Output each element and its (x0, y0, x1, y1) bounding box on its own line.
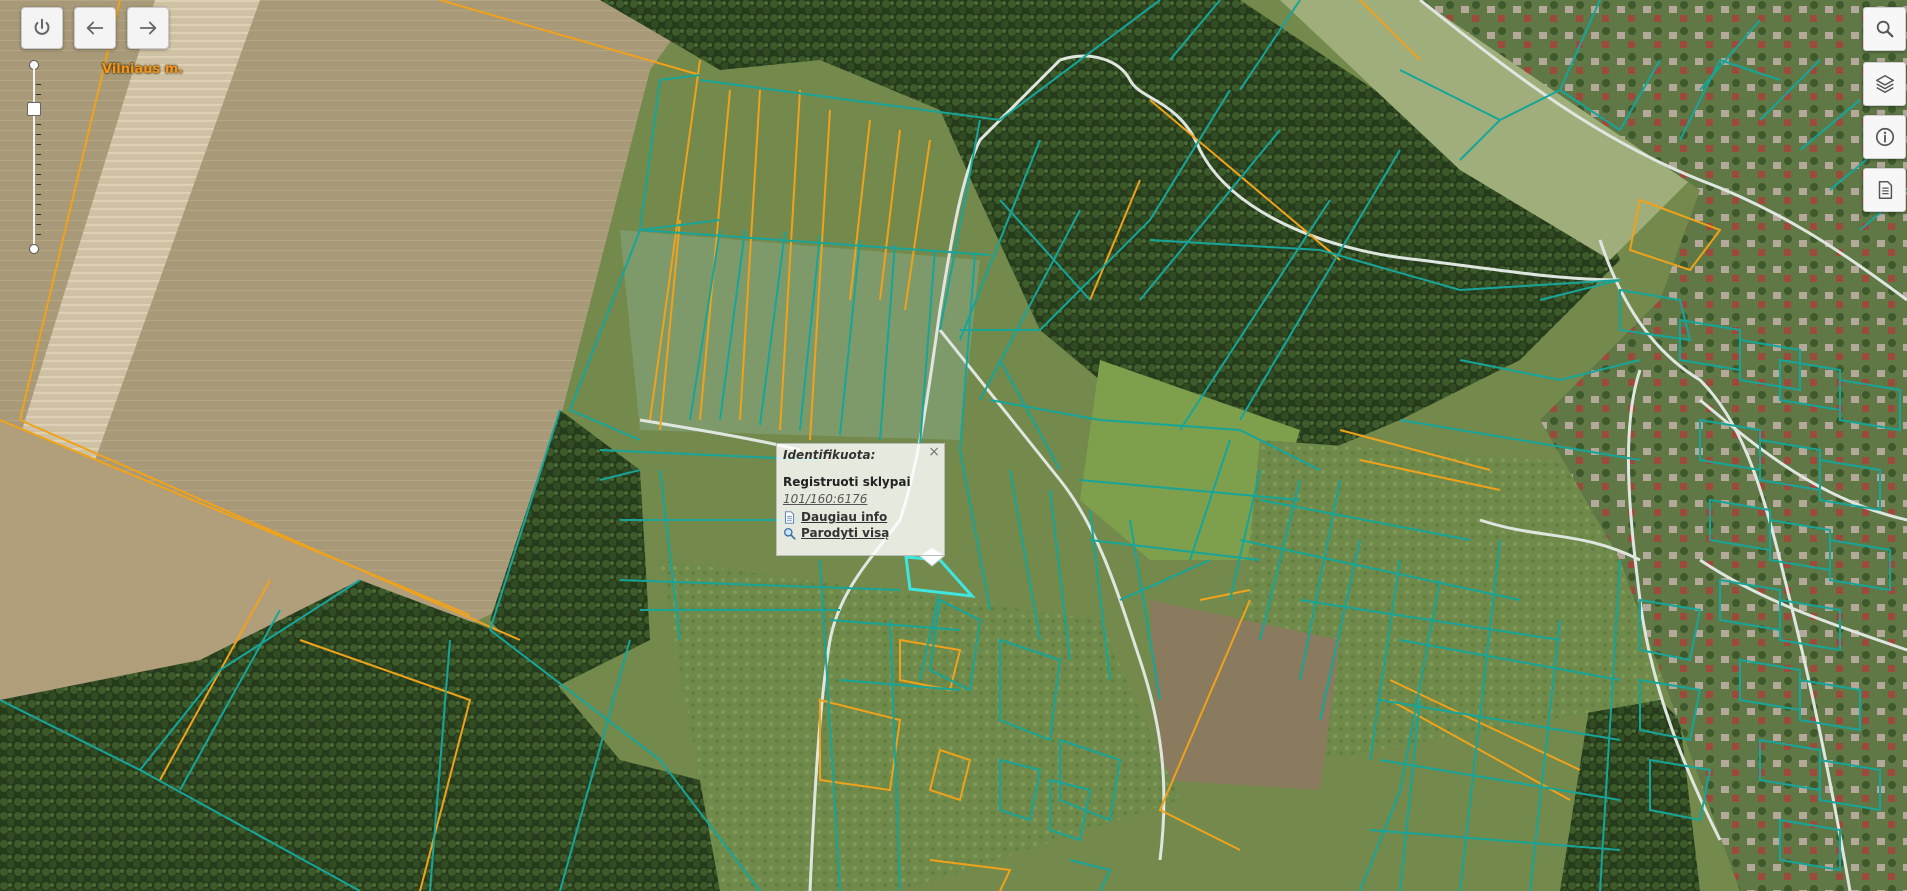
popup-close-button[interactable]: × (928, 445, 940, 459)
search-icon (1876, 20, 1893, 38)
popup-layer-title: Registruoti sklypai (783, 475, 911, 489)
power-button[interactable] (21, 7, 63, 49)
map-canvas[interactable] (0, 0, 1907, 891)
forward-button[interactable] (127, 7, 169, 49)
arrow-left-icon (86, 21, 104, 35)
magnifier-icon (783, 527, 796, 540)
city-label: Vilniaus m. (102, 62, 184, 77)
show-all-label: Parodyti visą (801, 526, 890, 540)
parcel-id-link[interactable]: 101/160:6176 (783, 492, 938, 506)
power-icon (34, 18, 50, 35)
more-info-label: Daugiau info (801, 510, 888, 524)
info-icon (1875, 127, 1894, 147)
layers-button[interactable] (1863, 62, 1906, 106)
more-info-link[interactable]: Daugiau info (783, 510, 938, 524)
search-button[interactable] (1863, 7, 1906, 51)
show-all-link[interactable]: Parodyti visą (783, 526, 938, 540)
zoom-track (33, 64, 35, 250)
document-icon (784, 510, 795, 524)
arrow-right-icon (139, 21, 157, 35)
zoom-slider[interactable] (27, 60, 41, 254)
back-button[interactable] (74, 7, 116, 49)
popup-title: Identifikuota: (783, 448, 876, 462)
zoom-out-end[interactable] (29, 244, 39, 254)
legend-button[interactable] (1863, 168, 1906, 212)
document-icon (1878, 181, 1892, 199)
identify-popup: Identifikuota: × Registruoti sklypai 101… (776, 443, 945, 556)
zoom-handle[interactable] (27, 102, 41, 116)
layers-icon (1875, 75, 1894, 93)
info-button[interactable] (1863, 115, 1906, 159)
